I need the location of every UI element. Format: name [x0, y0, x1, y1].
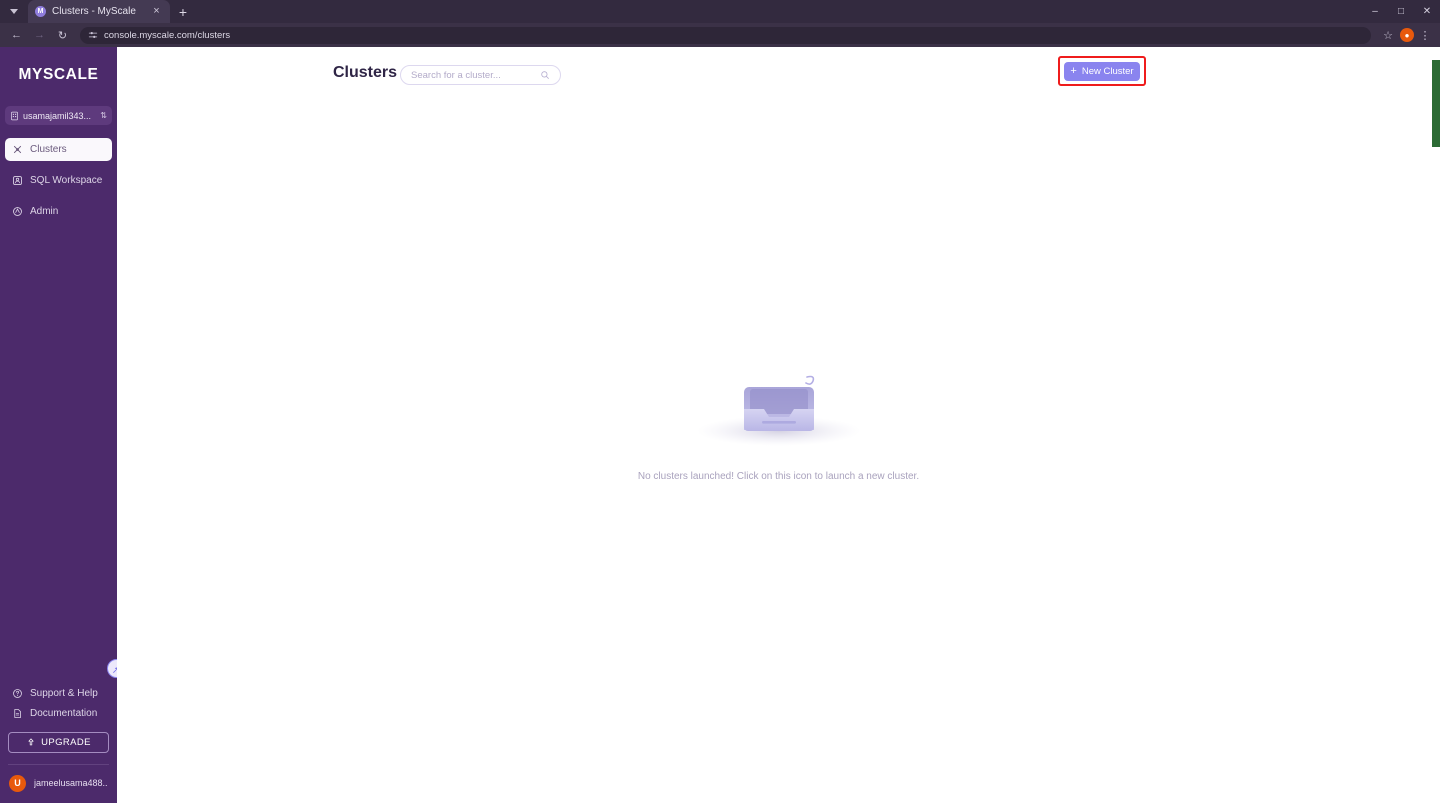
maximize-icon[interactable]: □ — [1388, 0, 1414, 23]
favicon-icon: M — [35, 6, 46, 17]
search-placeholder: Search for a cluster... — [411, 69, 501, 81]
minimize-icon[interactable]: – — [1362, 0, 1388, 23]
help-circle-icon — [13, 688, 22, 698]
toolbar-right-actions: ☆ ● ⋮ — [1379, 28, 1433, 42]
sidebar-item-label: Documentation — [30, 707, 98, 719]
chevron-updown-icon: ⇅ — [100, 110, 107, 120]
sidebar-item-admin[interactable]: Admin — [5, 200, 112, 223]
sidebar-item-support[interactable]: Support & Help — [5, 683, 112, 703]
empty-state: No clusters launched! Click on this icon… — [117, 359, 1440, 482]
org-name: usamajamil343... — [23, 110, 92, 121]
browser-toolbar: ← → ↻ console.myscale.com/clusters ☆ ● ⋮ — [0, 23, 1440, 47]
sidebar-user-row[interactable]: U jameelusama488... — [0, 769, 117, 797]
sidebar-item-sql-workspace[interactable]: SQL Workspace — [5, 169, 112, 192]
upgrade-arrow-icon — [28, 738, 34, 746]
window-close-icon[interactable]: ✕ — [1414, 0, 1440, 23]
tab-search-button[interactable] — [0, 0, 28, 23]
back-icon[interactable]: ← — [7, 26, 26, 45]
upgrade-label: UPGRADE — [41, 737, 91, 748]
building-icon — [11, 111, 18, 120]
main-header — [117, 47, 1440, 109]
sidebar-item-label: Clusters — [30, 144, 67, 155]
browser-window: M Clusters - MyScale × + – □ ✕ ← → ↻ con… — [0, 0, 1440, 803]
new-cluster-button[interactable]: + New Cluster — [1064, 61, 1140, 81]
tab-strip: M Clusters - MyScale × + – □ ✕ — [0, 0, 1440, 23]
document-icon — [14, 708, 21, 718]
sql-workspace-icon — [13, 176, 22, 185]
window-controls: – □ ✕ — [1362, 0, 1440, 23]
org-selector[interactable]: usamajamil343... ⇅ — [5, 106, 112, 125]
sidebar-divider — [8, 764, 109, 765]
avatar: U — [9, 774, 26, 792]
forward-icon[interactable]: → — [30, 26, 49, 45]
browser-tab[interactable]: M Clusters - MyScale × — [28, 0, 170, 23]
brand-logo: MYSCALE — [18, 66, 99, 83]
reload-icon[interactable]: ↻ — [53, 26, 72, 45]
sidebar-item-label: Support & Help — [30, 687, 98, 699]
page-title: Clusters — [333, 64, 398, 81]
empty-state-message: No clusters launched! Click on this icon… — [637, 471, 920, 482]
sidebar-item-documentation[interactable]: Documentation — [5, 703, 112, 723]
page-scroll-indicator[interactable] — [1432, 60, 1440, 147]
address-bar[interactable]: console.myscale.com/clusters — [80, 26, 1371, 44]
upgrade-button[interactable]: UPGRADE — [8, 732, 109, 753]
kebab-menu-icon[interactable]: ⋮ — [1417, 29, 1433, 42]
sidebar: MYSCALE usamajamil343... ⇅ Clusters SQL … — [0, 47, 126, 803]
new-cluster-label: New Cluster — [1081, 65, 1134, 77]
sidebar-nav: Clusters SQL Workspace Admin — [0, 138, 117, 231]
search-icon — [541, 71, 549, 79]
admin-shield-icon — [13, 207, 22, 216]
tab-title: Clusters - MyScale — [52, 6, 136, 17]
search-input[interactable]: Search for a cluster... — [400, 65, 561, 85]
sidebar-item-label: SQL Workspace — [30, 175, 103, 186]
plus-icon: + — [1070, 64, 1077, 77]
new-tab-button[interactable]: + — [170, 0, 196, 23]
new-cluster-highlight: + New Cluster — [1058, 56, 1146, 86]
star-icon[interactable]: ☆ — [1379, 29, 1397, 42]
empty-tray-icon[interactable] — [679, 359, 879, 454]
clusters-icon — [13, 145, 22, 154]
profile-avatar[interactable]: ● — [1400, 28, 1414, 42]
url-text: console.myscale.com/clusters — [104, 29, 231, 41]
chevron-down-icon — [10, 9, 18, 14]
page-content: MYSCALE usamajamil343... ⇅ Clusters SQL … — [0, 47, 1440, 803]
close-icon[interactable]: × — [150, 5, 163, 18]
tune-icon — [88, 32, 98, 38]
user-name: jameelusama488... — [34, 778, 108, 788]
sidebar-item-label: Admin — [30, 206, 59, 217]
main-content: Clusters Search for a cluster... + New C… — [117, 47, 1440, 803]
sidebar-item-clusters[interactable]: Clusters — [5, 138, 112, 161]
